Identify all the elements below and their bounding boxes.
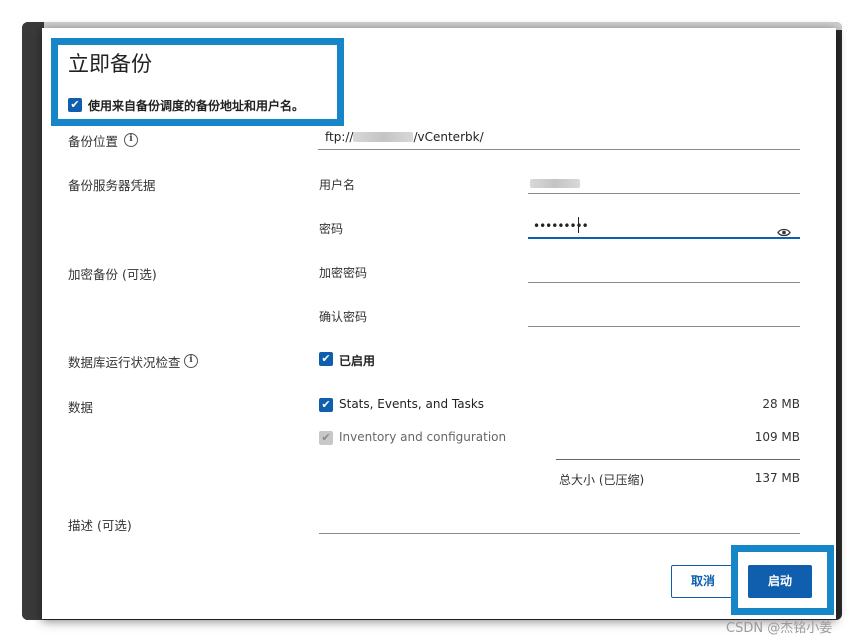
redacted-host [353, 132, 414, 142]
server-credentials-label: 备份服务器凭据 [68, 178, 156, 193]
backup-location-underline [318, 149, 800, 150]
description-input[interactable] [319, 510, 800, 532]
encrypt-password-label: 加密密码 [319, 266, 368, 280]
username-label: 用户名 [319, 178, 356, 192]
text-cursor [578, 217, 579, 233]
password-underline [528, 237, 800, 239]
confirm-password-underline [528, 326, 800, 327]
username-underline [528, 193, 800, 194]
encryption-label: 加密备份 (可选) [68, 267, 157, 282]
backup-location-prefix: ftp:// [325, 130, 354, 144]
description-label: 描述 (可选) [68, 518, 132, 533]
encrypt-password-underline [528, 282, 800, 283]
data-stats-label: Stats, Events, and Tasks [339, 397, 485, 411]
data-inventory-label: Inventory and configuration [339, 430, 507, 444]
db-health-info-icon[interactable]: i [184, 354, 198, 368]
encrypt-password-input[interactable] [528, 260, 800, 282]
password-input[interactable]: ••••••••• [533, 219, 589, 233]
total-size-value: 137 MB [754, 471, 800, 485]
backup-location-value[interactable]: ftp:// /vCenterbk/ [325, 130, 484, 144]
description-underline [319, 533, 800, 534]
data-inventory-checkbox: ✔ [319, 431, 333, 445]
total-size-label: 总大小 (已压缩) [559, 473, 645, 487]
check-icon: ✔ [321, 431, 331, 444]
check-icon: ✔ [321, 352, 331, 365]
check-icon: ✔ [321, 398, 331, 411]
data-inventory-size: 109 MB [754, 430, 800, 444]
data-stats-size: 28 MB [762, 397, 800, 411]
confirm-password-label: 确认密码 [319, 310, 368, 324]
backup-location-label: 备份位置 [68, 134, 119, 149]
watermark-text: CSDN @杰铭小姜 [726, 621, 833, 636]
highlight-box-start [731, 545, 834, 615]
cancel-button[interactable]: 取消 [671, 565, 735, 598]
backup-location-info-icon[interactable]: i [124, 133, 138, 147]
db-health-enabled-label: 已启用 [339, 354, 376, 368]
username-value[interactable] [530, 179, 580, 188]
highlight-box-title [51, 38, 344, 126]
password-label: 密码 [319, 222, 344, 236]
data-stats-checkbox[interactable]: ✔ [319, 398, 333, 412]
db-health-label: 数据库运行状况检查 [68, 355, 181, 370]
total-divider [556, 459, 800, 460]
db-health-checkbox[interactable]: ✔ [319, 352, 333, 366]
backup-location-suffix: /vCenterbk/ [413, 130, 484, 144]
confirm-password-input[interactable] [528, 304, 800, 326]
eye-icon[interactable] [777, 222, 791, 237]
data-label: 数据 [68, 400, 94, 415]
background-window-sidebar [22, 22, 44, 620]
